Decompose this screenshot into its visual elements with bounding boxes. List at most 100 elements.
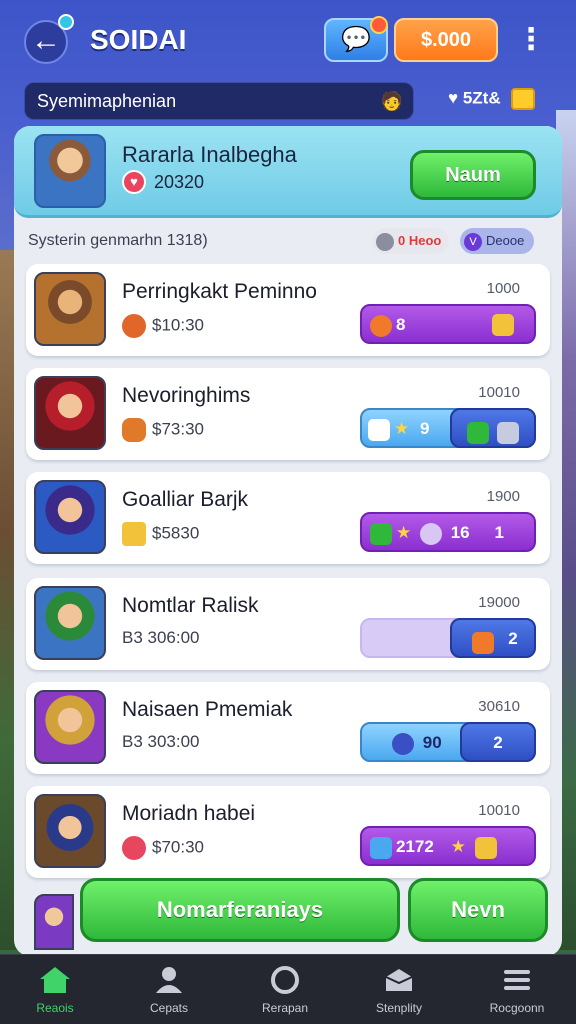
avatar xyxy=(34,480,106,554)
coin-balance-button[interactable]: $.000 xyxy=(394,18,498,62)
row-value: $10:30 xyxy=(122,314,204,338)
nav-item-center[interactable]: Rerapan xyxy=(230,961,340,1021)
clock-icon xyxy=(419,522,442,545)
nav-label: Rerapan xyxy=(261,1001,309,1015)
list-item[interactable]: Nomtlar Ralisk B3 306:00 19000 2 xyxy=(26,578,550,670)
row-count: 10010 xyxy=(478,802,520,819)
avatar xyxy=(34,376,106,450)
pill-right-value: 1 xyxy=(494,523,504,542)
row-name: Moriadn habei xyxy=(122,802,256,825)
row-count: 19000 xyxy=(478,594,520,611)
toggle-icon xyxy=(376,232,394,251)
row-value-text: $73:30 xyxy=(152,419,204,439)
row-reward-pill[interactable]: 2 xyxy=(360,618,536,658)
featured-action-button[interactable]: Naum xyxy=(410,150,536,200)
app-title: SOIDAI xyxy=(90,24,187,55)
row-value: B3 303:00 xyxy=(122,732,200,752)
envelope-icon xyxy=(122,522,146,546)
featured-avatar xyxy=(34,134,106,208)
pill-right-value: 2 xyxy=(493,733,503,752)
person-icon xyxy=(156,967,182,993)
nav-label: Rocgoonn xyxy=(489,1001,545,1015)
row-count: 10010 xyxy=(478,384,520,401)
row-reward-pill[interactable]: 2172 ★ xyxy=(360,826,536,866)
pill-segment xyxy=(450,408,536,448)
list-item[interactable]: Naisaen Pmemiak B3 303:00 30610 90 2 xyxy=(26,682,550,774)
ring-icon xyxy=(271,966,299,994)
nav-label: Reaois xyxy=(36,1001,74,1015)
row-value: $70:30 xyxy=(122,836,204,860)
strip-extra-text: 5Zt& xyxy=(462,88,501,108)
gear-icon xyxy=(497,422,519,445)
featured-card: Rararla Inalbegha ♥ 20320 Naum xyxy=(14,126,562,218)
heart-icon: ♥ xyxy=(122,170,146,194)
bot-icon xyxy=(370,836,392,859)
status-badge-purple[interactable]: V Deooe xyxy=(460,228,535,254)
pill-segment: 2 xyxy=(460,722,536,762)
more-options-icon[interactable]: ⋮ xyxy=(516,22,546,62)
chat-bubble-icon: 💬 xyxy=(341,26,371,53)
info-strip[interactable]: Syemimaphenian 🧑 xyxy=(24,82,414,120)
arrow-left-icon: ← xyxy=(31,24,61,57)
chat-badge-icon xyxy=(370,16,388,34)
row-reward-pill[interactable]: 8 xyxy=(360,304,536,344)
flame-icon xyxy=(370,314,392,337)
status-badge-red-text: 0 Heoo xyxy=(398,233,442,248)
pill-value: 16 xyxy=(450,523,470,542)
avatar xyxy=(34,794,106,868)
pill-value: 90 xyxy=(422,733,442,752)
nav-item-menu[interactable]: Rocgoonn xyxy=(462,961,572,1021)
list-item[interactable]: Perringkakt Peminno $10:30 1000 8 xyxy=(26,264,550,356)
character-icon: 🧑 xyxy=(380,91,403,111)
row-reward-pill[interactable]: ★ 9 xyxy=(360,408,536,448)
status-badge-purple-text: Deooe xyxy=(486,233,525,248)
top-bar: ← SOIDAI 💬 $.000 ⋮ xyxy=(12,14,564,70)
row-name: Naisaen Pmemiak xyxy=(122,698,293,721)
pill-segment: 2 xyxy=(450,618,536,658)
section-title: Systerin genmarhn 1318) xyxy=(28,232,208,249)
star-icon: ★ xyxy=(396,523,412,542)
gem-icon xyxy=(467,422,489,445)
menu-icon xyxy=(504,970,530,990)
sparkle-icon xyxy=(492,314,514,336)
row-reward-pill[interactable]: 90 2 xyxy=(360,722,536,762)
fire-icon xyxy=(122,314,146,338)
status-badge-red[interactable]: 0 Heoo xyxy=(372,228,450,254)
row-reward-pill[interactable]: ★ 16 1 xyxy=(360,512,536,552)
row-value-text: B3 306:00 xyxy=(122,628,200,647)
row-name: Nomtlar Ralisk xyxy=(122,594,259,617)
nav-item-inventory[interactable]: Stenplity xyxy=(344,961,454,1021)
row-value: $5830 xyxy=(122,522,199,546)
check-icon xyxy=(392,732,414,755)
row-value-text: B3 303:00 xyxy=(122,732,200,751)
row-count: 1000 xyxy=(486,280,520,297)
rocket-icon xyxy=(472,632,495,655)
list-item[interactable]: Moriadn habei $70:30 10010 2172 ★ xyxy=(26,786,550,878)
notification-dot-icon xyxy=(58,14,74,30)
bread-icon xyxy=(122,418,146,442)
box-icon xyxy=(385,969,413,991)
featured-score: 20320 xyxy=(154,172,205,192)
list-item[interactable]: Goalliar Barjk $5830 1900 ★ 16 1 xyxy=(26,472,550,564)
row-value-text: $5830 xyxy=(152,523,200,543)
info-strip-text: Syemimaphenian xyxy=(37,91,177,111)
pill-value: 8 xyxy=(396,315,406,334)
nav-item-home[interactable]: Reaois xyxy=(0,961,110,1021)
pill-value: 9 xyxy=(419,419,430,438)
primary-action-button[interactable]: Nomarferaniays xyxy=(80,878,400,942)
row-value: $73:30 xyxy=(122,418,204,442)
row-value-text: $10:30 xyxy=(152,315,204,335)
list-item[interactable]: Nevoringhims $73:30 10010 ★ 9 xyxy=(26,368,550,460)
bottom-nav: Reaois Cepats Rerapan Stenplity Rocgoonn xyxy=(0,954,576,1024)
pill-right-value: 2 xyxy=(508,629,518,648)
star-icon: ★ xyxy=(450,837,466,856)
row-count: 1900 xyxy=(486,488,520,505)
row-count: 30610 xyxy=(478,698,520,715)
gem-icon xyxy=(370,522,392,545)
nav-item-profile[interactable]: Cepats xyxy=(114,961,224,1021)
row-value-text: $70:30 xyxy=(152,837,204,857)
strip-extra[interactable]: ♥ 5Zt& xyxy=(448,88,536,110)
secondary-action-button[interactable]: Nevn xyxy=(408,878,548,942)
row-value: B3 306:00 xyxy=(122,628,200,648)
ghost-icon xyxy=(368,418,390,441)
